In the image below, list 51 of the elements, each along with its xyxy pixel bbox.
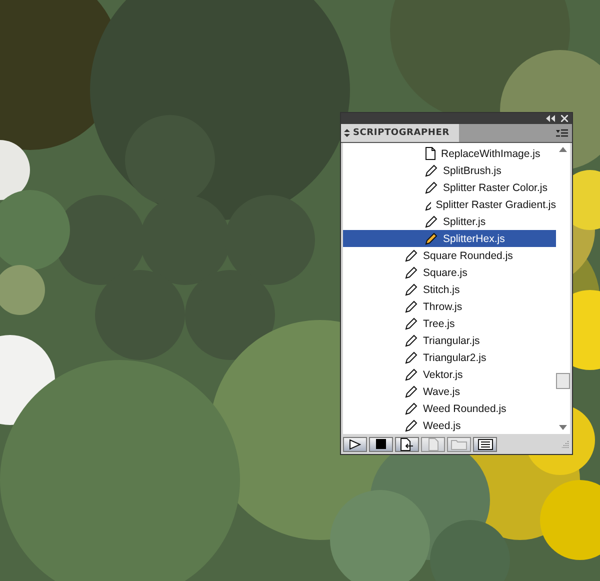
scroll-down-icon[interactable] [559,425,567,430]
console-icon [478,438,492,450]
script-item[interactable]: Weed.js [343,417,556,434]
pencil-icon [425,164,438,177]
script-item[interactable]: Square.js [343,264,556,281]
run-button[interactable] [343,436,367,452]
pencil-icon [405,385,418,398]
pencil-icon [405,317,418,330]
script-item[interactable]: Splitter Raster Color.js [343,179,556,196]
pencil-icon [405,402,418,415]
script-item[interactable]: SplitBrush.js [343,162,556,179]
panel-menu-icon[interactable] [556,128,568,138]
pencil-icon [425,215,438,228]
pencil-icon [425,232,438,245]
close-icon[interactable] [561,115,568,122]
folder-icon [451,438,467,450]
new-file-icon [428,438,438,450]
script-item[interactable]: Throw.js [343,298,556,315]
panel-tab[interactable]: SCRIPTOGRAPHER [341,124,460,142]
import-button[interactable] [395,436,419,452]
sort-arrows-icon [344,129,350,137]
console-button[interactable] [473,436,497,452]
pencil-icon [405,283,418,296]
script-item[interactable]: Triangular.js [343,332,556,349]
pencil-icon [405,300,418,313]
script-item[interactable]: Tree.js [343,315,556,332]
script-item[interactable]: Vektor.js [343,366,556,383]
pencil-icon [405,249,418,262]
pencil-icon [425,181,438,194]
stop-button[interactable] [369,436,393,452]
scroll-up-icon[interactable] [559,147,567,152]
script-item[interactable]: Wave.js [343,383,556,400]
scroll-thumb[interactable] [556,373,570,389]
script-item[interactable]: Triangular2.js [343,349,556,366]
pencil-icon [405,368,418,381]
script-item[interactable]: Square Rounded.js [343,247,556,264]
resize-grip-icon[interactable] [562,440,570,448]
script-item[interactable]: Splitter.js [343,213,556,230]
script-item[interactable]: Weed Rounded.js [343,400,556,417]
import-file-icon [400,438,414,450]
stop-icon [376,439,386,449]
collapse-icon[interactable] [546,115,555,122]
pencil-icon [405,351,418,364]
play-icon [349,438,361,450]
pencil-icon [405,334,418,347]
script-item[interactable]: ReplaceWithImage.js [343,145,556,162]
script-item[interactable]: Splitter Raster Gradient.js [343,196,556,213]
script-item[interactable]: Stitch.js [343,281,556,298]
script-item[interactable]: SplitterHex.js [343,230,556,247]
document-icon [425,147,436,160]
pencil-icon [405,266,418,279]
